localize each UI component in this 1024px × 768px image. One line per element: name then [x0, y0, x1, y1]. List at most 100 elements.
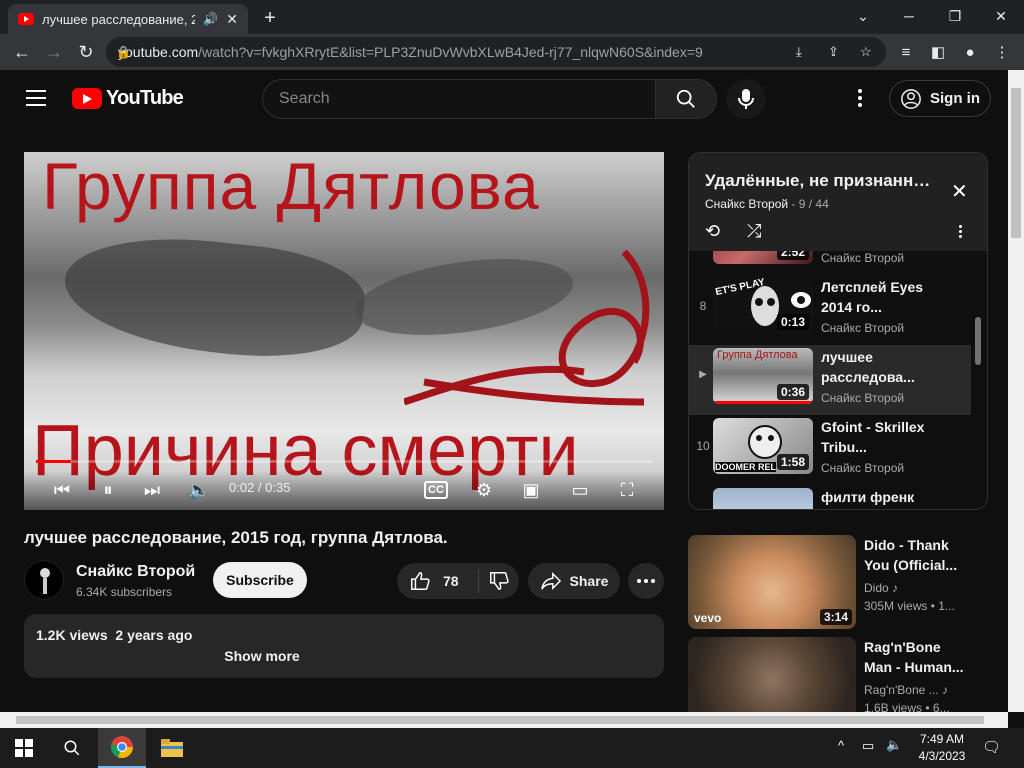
share-arrow-icon — [540, 571, 561, 591]
windows-start-icon[interactable] — [0, 728, 48, 768]
volume-icon[interactable]: 🔈 — [186, 478, 212, 502]
playlist-thumbnail: DOOMER REL 1:58 — [713, 418, 813, 474]
tab-audio-icon[interactable]: 🔊 — [203, 12, 218, 26]
playlist-position: - 9 / 44 — [788, 197, 829, 211]
avatar-image-icon — [40, 568, 50, 594]
settings-kebab-icon[interactable] — [850, 86, 870, 110]
chrome-menu-icon[interactable]: ⋮ — [988, 38, 1016, 66]
recommended-channel[interactable]: Dido ♪ — [864, 581, 898, 595]
miniplayer-icon[interactable]: ▣ — [518, 478, 544, 502]
forward-arrow-icon[interactable]: → — [38, 36, 70, 68]
previous-icon[interactable]: ⏮ — [50, 478, 74, 502]
scrollbar-thumb[interactable] — [1011, 88, 1021, 238]
new-tab-button[interactable]: + — [256, 4, 284, 32]
like-button[interactable]: 78 — [397, 569, 479, 593]
voice-search-button[interactable] — [726, 79, 766, 119]
hamburger-menu-icon[interactable] — [26, 90, 46, 106]
now-playing-icon: ▶ — [699, 369, 707, 380]
thumbnail-text: Группа Дятлова — [717, 349, 798, 361]
file-explorer-icon[interactable] — [148, 728, 196, 768]
video-player[interactable]: Группа Дятлова Причина смерти ⏮ ⏸ ⏭ 🔈 0:… — [24, 152, 664, 510]
tab-search-chevron-icon[interactable]: ⌄ — [840, 0, 886, 32]
like-dislike-bar: 78 — [397, 563, 519, 599]
playlist-item[interactable]: 8 ET'S PLAY 0:13 Летсплей Eyes 2014 го..… — [689, 275, 971, 345]
back-arrow-icon[interactable]: ← — [6, 36, 38, 68]
chrome-taskbar-icon[interactable] — [98, 728, 146, 768]
shuffle-icon[interactable]: ⤮ — [747, 221, 761, 242]
video-progress-bar[interactable] — [36, 460, 652, 463]
more-actions-icon[interactable] — [628, 563, 664, 599]
playlist-item[interactable]: филти френк — [689, 485, 971, 509]
search-input[interactable]: Search — [262, 79, 656, 119]
playlist-scrollbar[interactable] — [975, 317, 981, 365]
playlist-menu-icon[interactable] — [959, 225, 962, 238]
theater-mode-icon[interactable]: ▭ — [566, 478, 594, 502]
subscriber-count: 6.34K subscribers — [76, 585, 173, 599]
lock-icon[interactable]: 🔒 — [116, 45, 131, 59]
channel-avatar[interactable] — [24, 560, 64, 600]
subscribe-button[interactable]: Subscribe — [213, 562, 307, 598]
browser-toolbar: ← → ↻ youtube.com/watch?v=fvkghXRrytE&li… — [0, 34, 1024, 70]
captions-icon[interactable]: CC — [424, 481, 448, 499]
video-thumbnail[interactable]: vevo 3:14 — [688, 535, 856, 629]
pause-icon[interactable]: ⏸ — [96, 478, 120, 502]
playlist-title[interactable]: Удалённые, не признанные — [705, 171, 937, 191]
next-icon[interactable]: ⏭ — [140, 478, 164, 502]
browser-tab[interactable]: лучшее расследование, 201 🔊 ✕ — [8, 4, 248, 34]
playlist-item[interactable]: 2:52 Снайкс Второй — [689, 251, 971, 275]
close-tab-icon[interactable]: ✕ — [226, 11, 238, 28]
description-box[interactable]: 1.2K views 2 years ago Show more — [24, 614, 664, 678]
share-label: Share — [569, 573, 609, 589]
profile-icon[interactable]: ● — [956, 38, 984, 66]
media-control-icon[interactable]: ≡ — [892, 38, 920, 66]
settings-gear-icon[interactable]: ⚙ — [472, 478, 496, 502]
clock-time: 7:49 AM — [919, 732, 965, 746]
youtube-favicon-icon — [18, 13, 34, 25]
notifications-icon[interactable]: 🗨 — [982, 738, 1001, 756]
playlist-item-index: 10 — [696, 439, 710, 453]
volume-tray-icon[interactable]: 🔈 — [886, 737, 902, 753]
minimize-button[interactable]: ─ — [886, 0, 932, 32]
page-horizontal-scrollbar[interactable] — [0, 712, 1008, 728]
address-bar[interactable]: youtube.com/watch?v=fvkghXRrytE&list=PLP… — [106, 37, 886, 67]
playlist-item-title: Gfoint - Skrillex Tribu... — [821, 419, 925, 455]
close-window-button[interactable]: ✕ — [978, 0, 1024, 32]
loop-icon[interactable]: ⟲ — [705, 221, 720, 242]
page-vertical-scrollbar[interactable] — [1008, 70, 1024, 712]
dislike-button[interactable] — [479, 570, 519, 592]
time-separator: / — [254, 480, 266, 495]
playlist-items: 2:52 Снайкс Второй 8 ET'S PLAY 0:13 Летс… — [689, 251, 979, 509]
show-more-button[interactable]: Show more — [24, 648, 500, 664]
youtube-logo[interactable]: YouTube — [72, 87, 184, 110]
sign-in-button[interactable]: Sign in — [889, 80, 991, 117]
maximize-button[interactable]: ❐ — [932, 0, 978, 32]
taskbar-clock[interactable]: 7:49 AM 4/3/2023 — [912, 731, 972, 765]
video-scene-shape — [59, 226, 369, 368]
share-page-icon[interactable]: ⇪ — [828, 44, 839, 60]
install-app-icon[interactable]: ⤓ — [796, 44, 802, 60]
network-icon[interactable]: ▭ — [862, 738, 874, 754]
recommended-video[interactable]: vevo 3:14 Dido - Thank You (Official... … — [688, 535, 998, 631]
time-current: 0:02 — [229, 480, 255, 495]
close-playlist-icon[interactable]: ✕ — [951, 179, 968, 204]
scrollbar-thumb[interactable] — [16, 716, 984, 724]
playlist-item[interactable]: 10 DOOMER REL 1:58 Gfoint - Skrillex Tri… — [689, 415, 971, 485]
duration-badge: 1:58 — [776, 454, 809, 470]
recommended-channel[interactable]: Rag'n'Bone ... ♪ — [864, 683, 948, 697]
share-button[interactable]: Share — [528, 563, 620, 599]
logo-text: YouTube — [106, 87, 184, 109]
taskbar-search-icon[interactable] — [48, 728, 96, 768]
channel-name[interactable]: Снайкс Второй — [76, 563, 195, 581]
tray-chevron-icon[interactable]: ^ — [838, 738, 844, 753]
bookmark-star-icon[interactable]: ☆ — [860, 44, 872, 60]
duration-badge: 0:36 — [776, 384, 809, 400]
playlist-item-current[interactable]: ▶ Группа Дятлова 0:36 лучшее расследова.… — [689, 345, 971, 415]
fullscreen-icon[interactable]: ⛶ — [614, 478, 640, 502]
side-panel-icon[interactable]: ◧ — [924, 38, 952, 66]
playlist-owner[interactable]: Снайкс Второй — [705, 197, 788, 211]
search-button[interactable] — [655, 79, 717, 119]
video-frame[interactable]: Группа Дятлова Причина смерти — [24, 152, 664, 510]
playlist-item-title: Летсплей Eyes 2014 го... — [821, 279, 924, 315]
reload-icon[interactable]: ↻ — [70, 36, 102, 68]
playlist-item-index: 8 — [699, 299, 707, 313]
